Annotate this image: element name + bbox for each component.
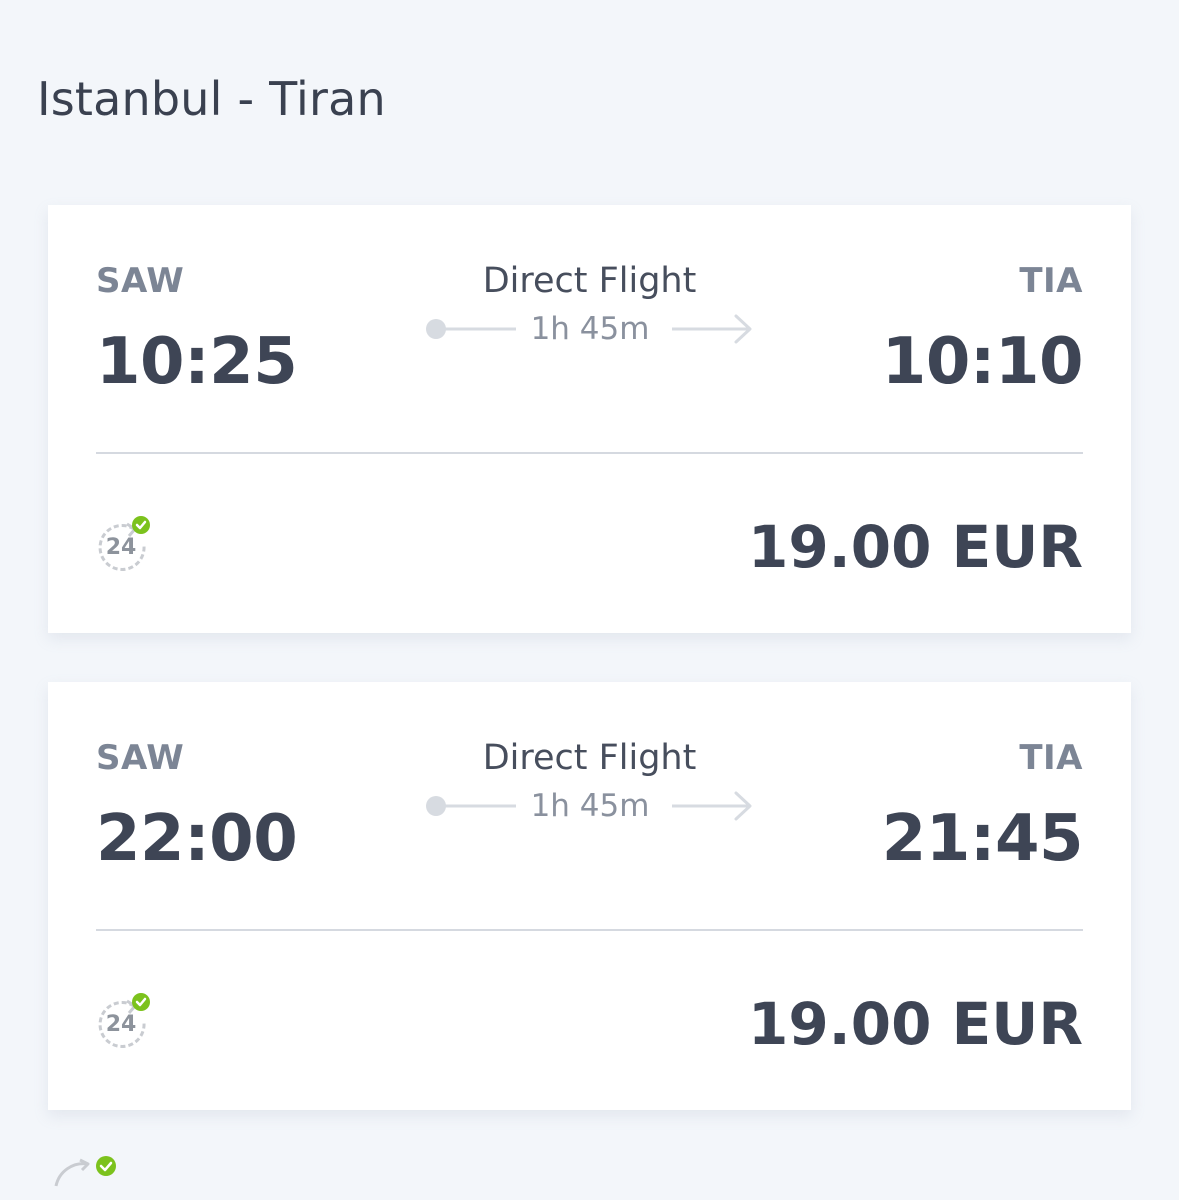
departure-time: 10:25 — [96, 325, 298, 399]
svg-text:24: 24 — [106, 1012, 137, 1037]
card-divider — [96, 929, 1083, 931]
flight-duration: 1h 45m — [530, 788, 650, 824]
price: 19.00 EUR — [747, 990, 1083, 1058]
departure-time: 22:00 — [96, 802, 298, 876]
destination-airport-code: TIA — [1019, 261, 1083, 301]
svg-text:24: 24 — [106, 535, 137, 560]
24h-check-icon: 24 — [96, 516, 152, 572]
24h-check-icon: 24 — [96, 993, 152, 1049]
card-divider — [96, 452, 1083, 454]
arrival-time: 10:10 — [881, 325, 1084, 399]
24h-check-icon — [48, 1156, 124, 1196]
route-line: 1h 45m — [426, 788, 754, 824]
route-line: 1h 45m — [426, 311, 754, 347]
page-title: Istanbul - Tiran — [37, 72, 386, 126]
flight-card[interactable]: SAW 10:25 Direct Flight 1h 45m TIA 10:10… — [48, 205, 1131, 633]
flight-type-label: Direct Flight — [482, 738, 697, 778]
arrival-time: 21:45 — [881, 802, 1084, 876]
destination-airport-code: TIA — [1019, 738, 1083, 778]
flight-card[interactable]: SAW 22:00 Direct Flight 1h 45m TIA 21:45… — [48, 682, 1131, 1110]
flight-type-label: Direct Flight — [482, 261, 697, 301]
flight-duration: 1h 45m — [530, 311, 650, 347]
price: 19.00 EUR — [747, 513, 1083, 581]
